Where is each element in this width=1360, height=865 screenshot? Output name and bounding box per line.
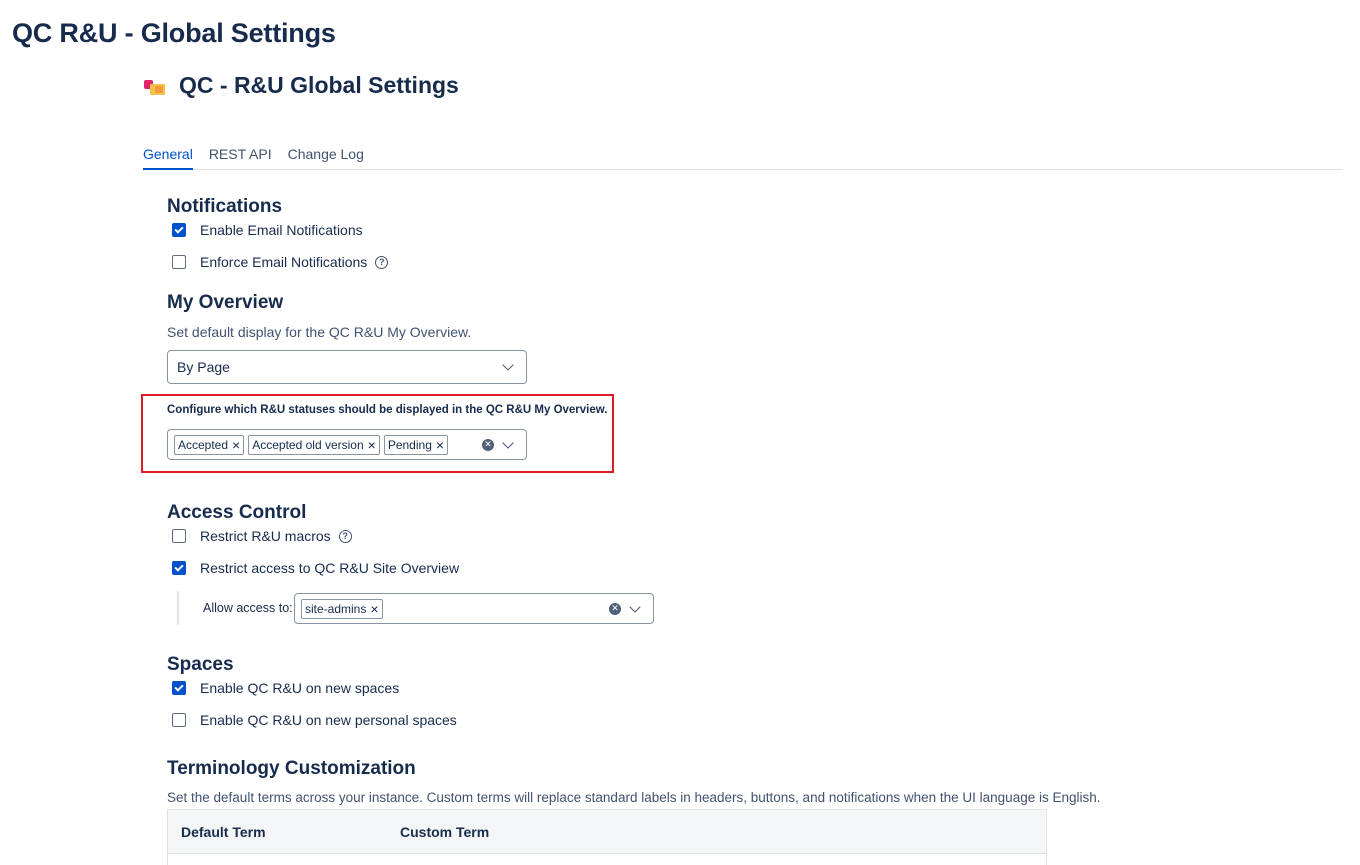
- tab-change-log[interactable]: Change Log: [288, 140, 364, 170]
- enable-new-spaces-label: Enable QC R&U on new spaces: [200, 680, 400, 696]
- qc-ru-app-logo-icon: [143, 76, 167, 96]
- enable-personal-spaces-label: Enable QC R&U on new personal spaces: [200, 712, 457, 728]
- restrict-macros-label: Restrict R&U macros: [200, 528, 331, 544]
- clear-icon[interactable]: ✕: [482, 438, 494, 451]
- remove-tag-icon[interactable]: ×: [436, 438, 444, 452]
- help-icon[interactable]: ?: [375, 255, 389, 269]
- enable-personal-spaces-checkbox[interactable]: [172, 713, 186, 727]
- overview-display-select[interactable]: By Page: [167, 350, 527, 384]
- status-tag: Accepted ×: [174, 434, 245, 455]
- statuses-label: Configure which R&U statuses should be d…: [167, 404, 608, 416]
- restrict-site-overview-row[interactable]: Restrict access to QC R&U Site Overview: [167, 560, 459, 576]
- overview-display-value: By Page: [177, 359, 230, 375]
- column-header-default-term: Default Term: [181, 823, 266, 840]
- restrict-macros-checkbox[interactable]: [172, 529, 186, 543]
- status-tag: Accepted old version ×: [248, 434, 380, 455]
- allow-access-tags: site-admins ×: [295, 598, 609, 619]
- allow-access-label: Allow access to:: [203, 601, 293, 615]
- terminology-table: Default Term Custom Term: [167, 809, 1047, 865]
- app-title: QC - R&U Global Settings: [179, 72, 459, 98]
- group-tag: site-admins ×: [301, 598, 383, 619]
- indent-divider: [177, 591, 179, 625]
- group-tag-label: site-admins: [305, 601, 367, 616]
- access-control-heading: Access Control: [167, 502, 307, 523]
- enable-personal-spaces-row[interactable]: Enable QC R&U on new personal spaces: [167, 712, 457, 728]
- restrict-site-overview-label: Restrict access to QC R&U Site Overview: [200, 560, 460, 576]
- chevron-down-icon[interactable]: [502, 359, 514, 371]
- enable-email-notifications-checkbox[interactable]: [172, 223, 186, 237]
- enable-new-spaces-row[interactable]: Enable QC R&U on new spaces: [167, 680, 399, 696]
- chevron-down-icon[interactable]: [629, 600, 641, 613]
- status-tag-label: Accepted old version: [252, 437, 364, 452]
- enable-new-spaces-checkbox[interactable]: [172, 681, 186, 695]
- enforce-email-notifications-checkbox[interactable]: [172, 255, 186, 269]
- my-overview-description: Set default display for the QC R&U My Ov…: [167, 324, 472, 340]
- chevron-down-icon[interactable]: [502, 436, 514, 449]
- my-overview-heading: My Overview: [167, 292, 284, 313]
- remove-tag-icon[interactable]: ×: [370, 602, 378, 616]
- app-header: QC - R&U Global Settings: [143, 72, 459, 99]
- enable-email-notifications-row[interactable]: Enable Email Notifications: [167, 222, 363, 238]
- help-icon[interactable]: ?: [338, 529, 352, 543]
- clear-icon[interactable]: ✕: [609, 602, 621, 615]
- restrict-site-overview-checkbox[interactable]: [172, 561, 186, 575]
- terminology-table-header: Default Term Custom Term: [168, 810, 1046, 854]
- column-header-custom-term: Custom Term: [400, 823, 490, 840]
- spaces-heading: Spaces: [167, 654, 234, 675]
- enforce-email-notifications-label: Enforce Email Notifications: [200, 254, 368, 270]
- settings-tabs: General REST API Change Log: [143, 140, 1343, 170]
- remove-tag-icon[interactable]: ×: [368, 438, 376, 452]
- remove-tag-icon[interactable]: ×: [232, 438, 240, 452]
- statuses-multiselect[interactable]: Accepted × Accepted old version × Pending ×…: [167, 429, 527, 460]
- statuses-tags: Accepted × Accepted old version × Pending ×: [168, 434, 482, 455]
- page-title: QC R&U - Global Settings: [12, 18, 336, 48]
- status-tag-label: Pending: [387, 437, 432, 452]
- terminology-description: Set the default terms across your instan…: [167, 790, 1101, 805]
- tab-rest-api[interactable]: REST API: [209, 140, 272, 170]
- enforce-email-notifications-row[interactable]: Enforce Email Notifications ?: [167, 254, 389, 270]
- notifications-heading: Notifications: [167, 196, 283, 217]
- allow-access-multiselect[interactable]: site-admins × ✕: [294, 593, 654, 624]
- status-tag-label: Accepted: [178, 437, 229, 452]
- tab-general[interactable]: General: [143, 140, 193, 170]
- enable-email-notifications-label: Enable Email Notifications: [200, 222, 363, 238]
- restrict-macros-row[interactable]: Restrict R&U macros ?: [167, 528, 352, 544]
- terminology-heading: Terminology Customization: [167, 758, 416, 779]
- status-tag: Pending ×: [383, 434, 449, 455]
